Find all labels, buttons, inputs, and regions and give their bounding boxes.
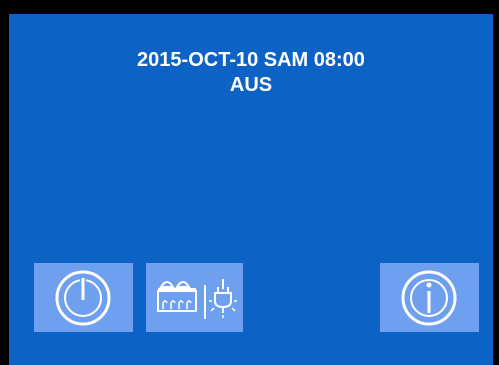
- service-button[interactable]: [146, 263, 243, 332]
- info-icon: [401, 270, 457, 326]
- fryer-and-plug-icon: [157, 279, 237, 319]
- display-screen: 2015-OCT-10 SAM 08:00 AUS: [9, 14, 493, 365]
- info-button[interactable]: [380, 263, 479, 332]
- datetime-text: 2015-OCT-10 SAM 08:00: [137, 49, 365, 71]
- power-icon: [55, 270, 111, 326]
- status-area: 2015-OCT-10 SAM 08:00 AUS: [9, 48, 493, 98]
- power-button[interactable]: [34, 263, 133, 332]
- device-frame: 2015-OCT-10 SAM 08:00 AUS: [0, 0, 499, 365]
- state-text: AUS: [229, 74, 273, 96]
